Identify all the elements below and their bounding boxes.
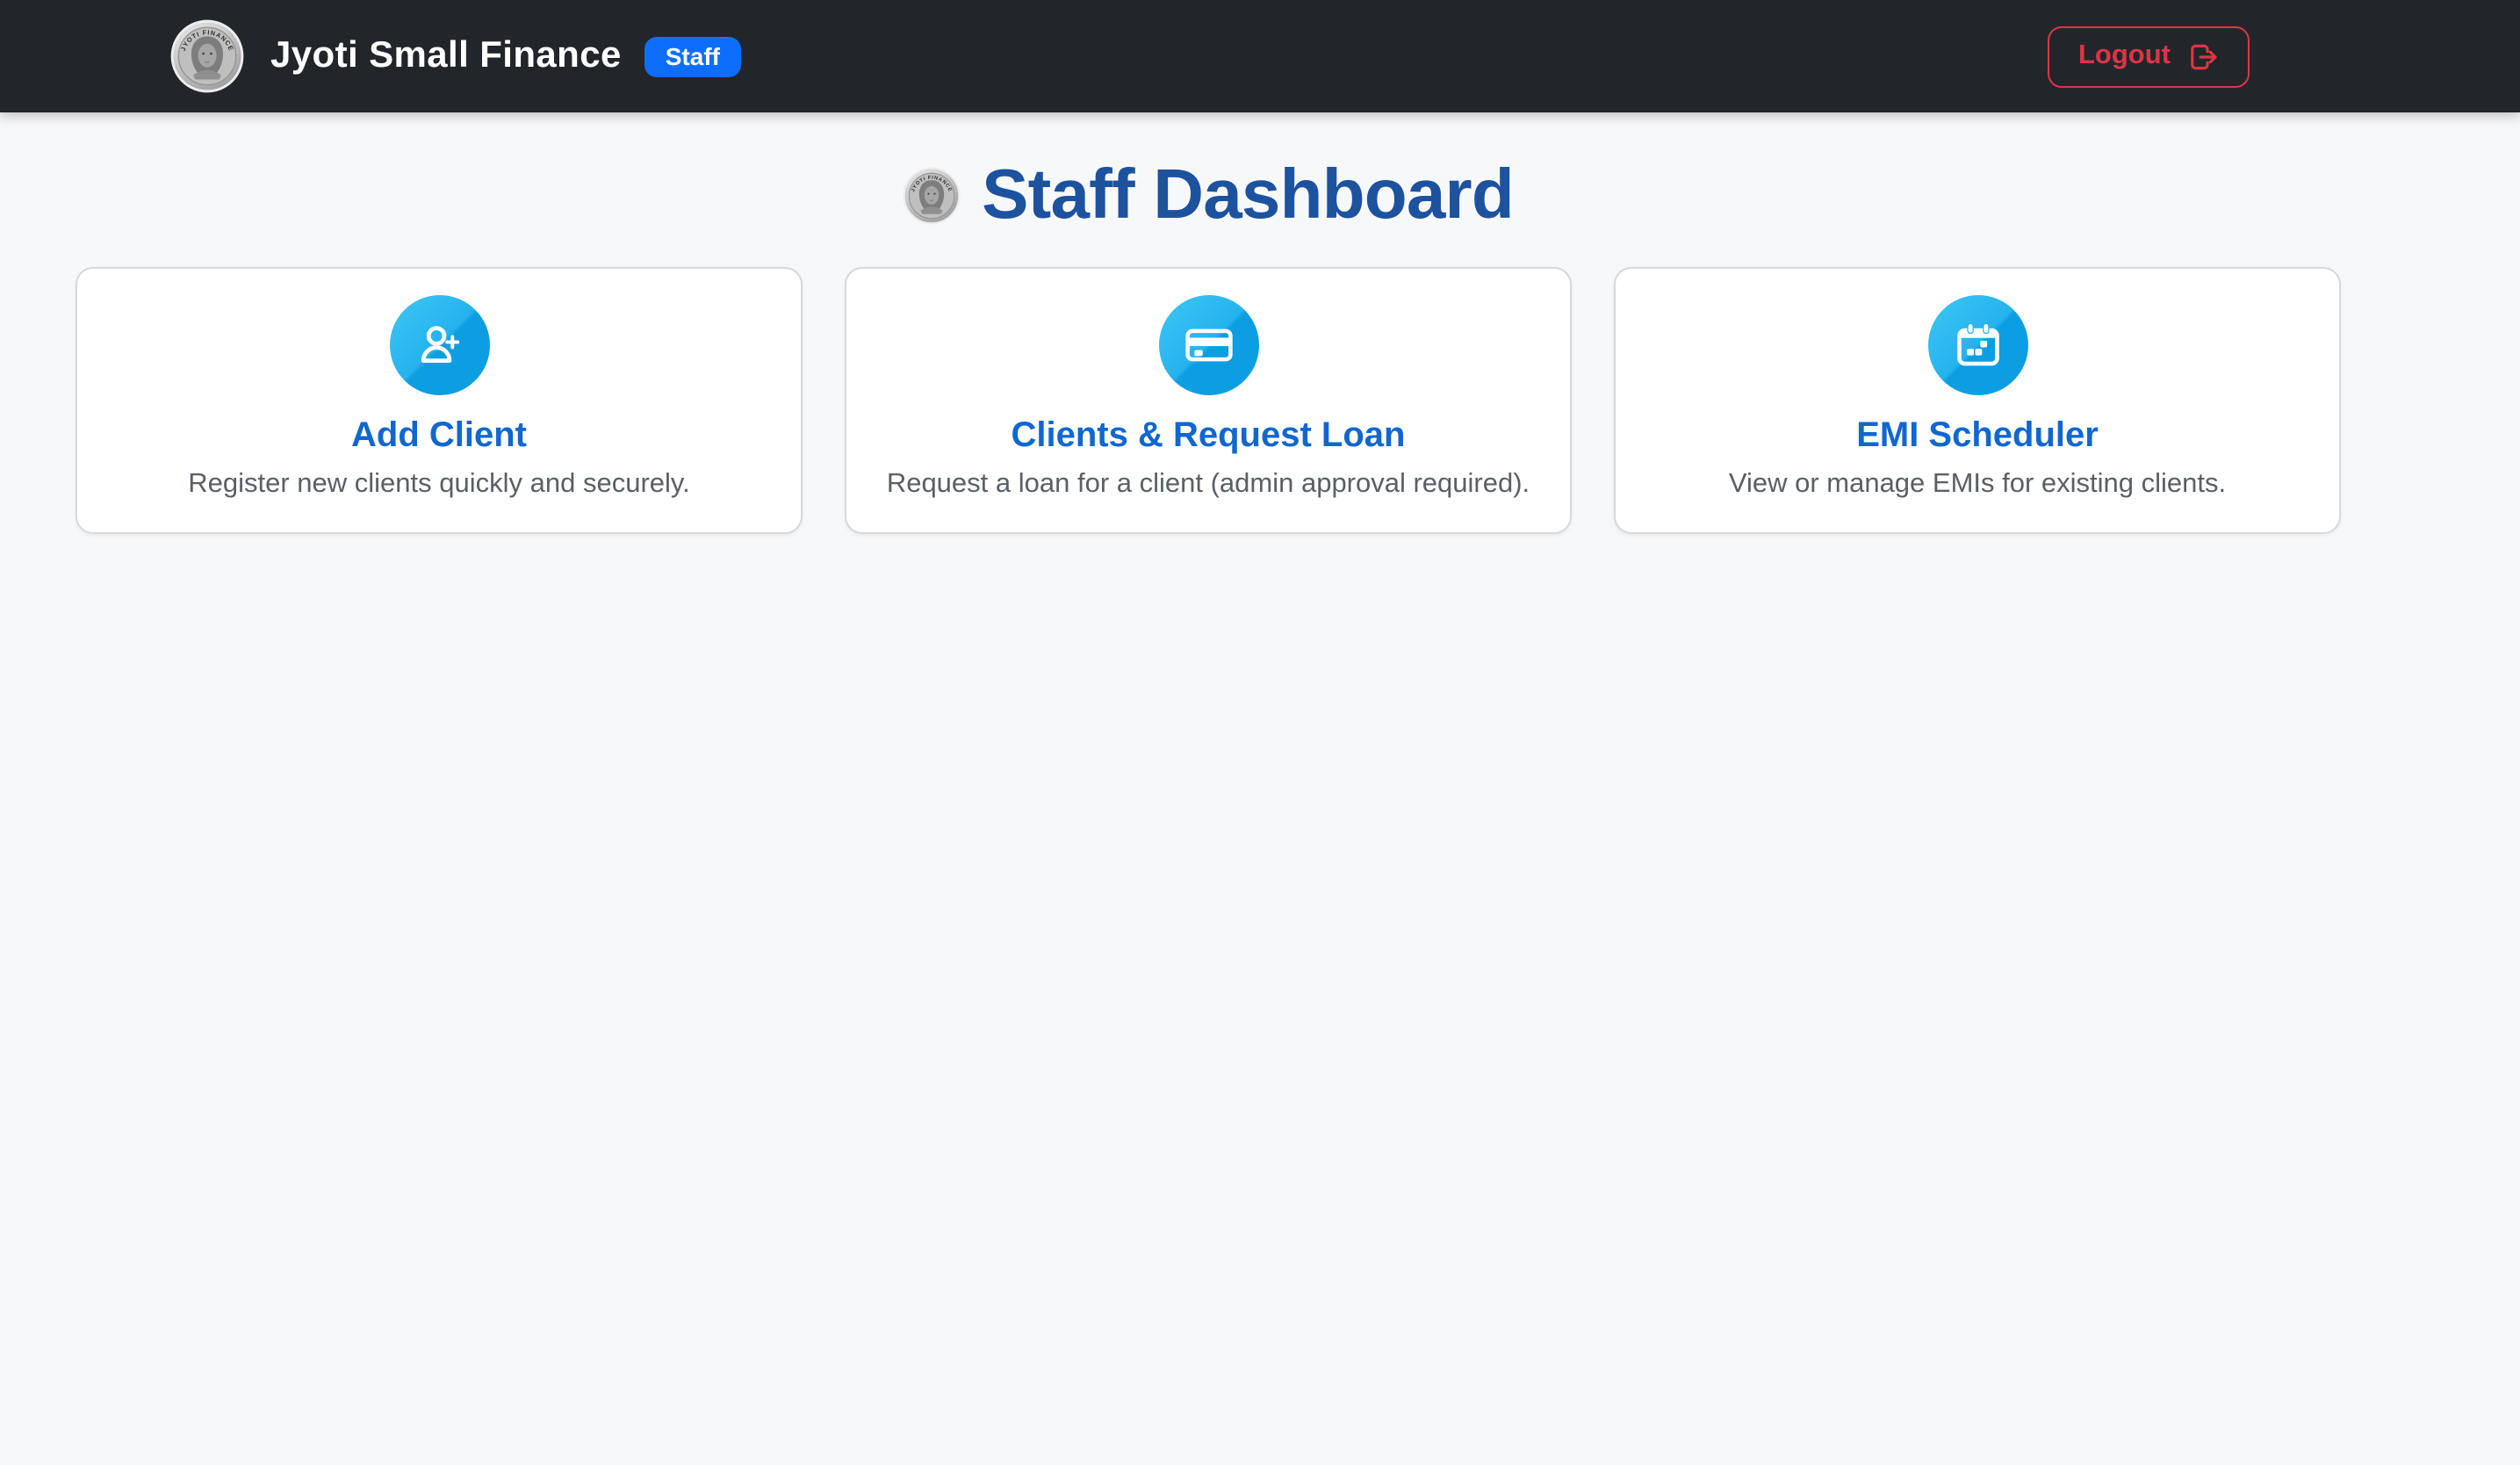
app-root: Jyoti Small Finance Staff Logout Staff D…	[0, 0, 2520, 1465]
navbar: Jyoti Small Finance Staff Logout	[0, 0, 2520, 112]
card-description: Request a loan for a client (admin appro…	[868, 469, 1549, 502]
card-title: Clients & Request Loan	[868, 416, 1549, 457]
card-title: Add Client	[98, 416, 780, 457]
logout-label: Logout	[2078, 40, 2171, 72]
card-title: EMI Scheduler	[1637, 416, 2318, 457]
main-content: Staff Dashboard Add Client Register new …	[76, 153, 2341, 534]
clients-request-loan-card[interactable]: Clients & Request Loan Request a loan fo…	[845, 267, 1572, 534]
page-heading: Staff Dashboard	[76, 153, 2341, 237]
person-plus-icon	[389, 295, 489, 395]
calendar-icon	[1927, 295, 2027, 395]
dashboard-cards: Add Client Register new clients quickly …	[76, 267, 2341, 534]
brand-title: Jyoti Small Finance	[270, 35, 622, 77]
role-badge: Staff	[644, 36, 741, 76]
card-description: View or manage EMIs for existing clients…	[1637, 469, 2318, 502]
heading-medallion-logo	[903, 166, 961, 224]
credit-card-icon	[1158, 295, 1258, 395]
box-arrow-right-icon	[2186, 40, 2220, 73]
card-description: Register new clients quickly and securel…	[98, 469, 780, 502]
emi-scheduler-card[interactable]: EMI Scheduler View or manage EMIs for ex…	[1614, 267, 2341, 534]
brand-medallion-logo	[170, 19, 244, 93]
logout-button[interactable]: Logout	[2048, 25, 2250, 87]
add-client-card[interactable]: Add Client Register new clients quickly …	[76, 267, 803, 534]
page-title: Staff Dashboard	[982, 156, 1514, 234]
